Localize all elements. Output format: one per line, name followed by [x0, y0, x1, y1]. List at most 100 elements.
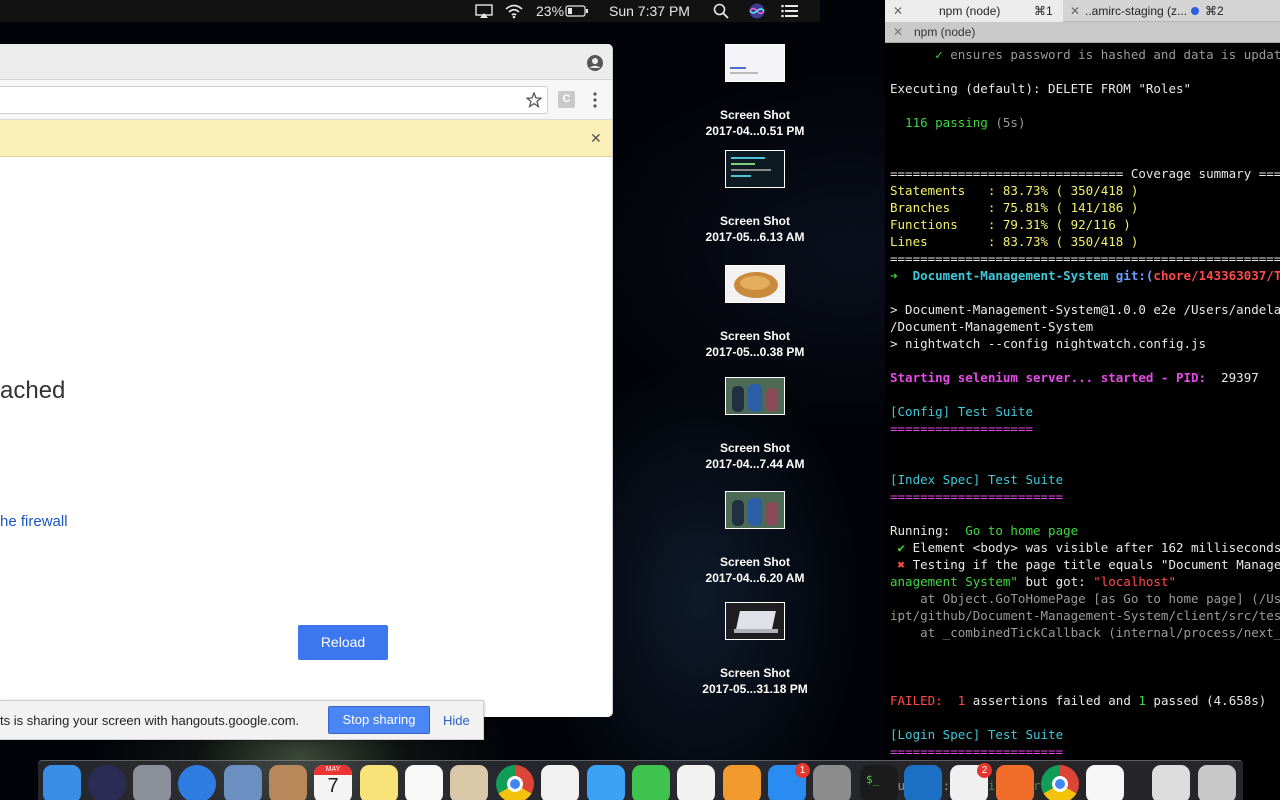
finder-icon[interactable]: [43, 765, 81, 800]
desktop-file[interactable]: Screen Shot 2017-04...0.51 PM: [695, 44, 815, 139]
terminal-line: Running: Go to home page: [890, 522, 1280, 539]
notification-center-icon[interactable]: [780, 0, 800, 22]
siri-icon[interactable]: [88, 765, 126, 800]
profile-icon[interactable]: [586, 54, 604, 77]
file-thumbnail: [725, 265, 785, 303]
desktop-file[interactable]: Screen Shot 2017-04...6.20 AM: [695, 491, 815, 586]
terminal-tab-2[interactable]: ✕ ..amirc-staging (z... ⌘2: [1063, 0, 1280, 22]
terminal-text: Functions : 79.31% ( 92/116 ): [890, 217, 1131, 232]
wifi-icon[interactable]: [504, 0, 524, 22]
preview-icon[interactable]: [450, 765, 488, 800]
battery-icon[interactable]: [565, 0, 589, 22]
java-icon[interactable]: [1086, 765, 1124, 800]
terminal-text: ===================: [890, 421, 1033, 436]
calendar-month: MAY: [314, 765, 352, 775]
bookmark-star-icon[interactable]: [525, 91, 543, 113]
terminal-text: Lines : 83.73% ( 350/418 ): [890, 234, 1139, 249]
terminal-text: Statements : 83.73% ( 350/418 ): [890, 183, 1139, 198]
facetime-icon[interactable]: [632, 765, 670, 800]
desktop-file[interactable]: Screen Shot 2017-05...6.13 AM: [695, 150, 815, 245]
photos-icon[interactable]: [541, 765, 579, 800]
file-thumbnail: [725, 491, 785, 529]
address-bar[interactable]: [0, 86, 548, 114]
close-tab-icon[interactable]: ✕: [893, 0, 903, 22]
file-date: 2017-04...6.20 AM: [705, 571, 805, 585]
eagle-photo-icon[interactable]: [224, 765, 262, 800]
itunes-icon[interactable]: [677, 765, 715, 800]
siri-icon[interactable]: [748, 0, 766, 22]
terminal-line: ✔ Element <body> was visible after 162 m…: [890, 539, 1280, 556]
file-name: Screen Shot: [719, 441, 791, 455]
terminal-line: ➜ Document-Management-System git:(chore/…: [890, 267, 1280, 284]
postman-icon[interactable]: [996, 765, 1034, 800]
error-heading: ached: [0, 377, 66, 404]
menubar-clock[interactable]: Sun 7:37 PM: [609, 0, 690, 22]
terminal-line: =======================: [890, 743, 1280, 760]
safari-icon[interactable]: [178, 765, 216, 800]
terminal-text: ipt/github/Document-Management-System/cl…: [890, 608, 1280, 623]
terminal-text: assertions failed and: [965, 693, 1139, 708]
chrome-window: C ✕ ached he firewall Reload: [0, 44, 613, 717]
terminal-text: =============================== Coverage…: [890, 166, 1280, 181]
messages-icon[interactable]: [587, 765, 625, 800]
firewall-link[interactable]: he firewall: [0, 513, 68, 530]
desktop-file[interactable]: Screen Shot 2017-05...31.18 PM: [695, 602, 815, 697]
info-bar: ✕: [0, 120, 612, 157]
hide-sharing-link[interactable]: Hide: [443, 713, 470, 728]
terminal-line: > nightwatch --config nightwatch.config.…: [890, 335, 1280, 352]
terminal-icon[interactable]: $_: [860, 765, 898, 800]
spotlight-search-icon[interactable]: [712, 0, 730, 22]
airplay-icon[interactable]: [475, 0, 493, 22]
terminal-text: ✖: [897, 557, 906, 572]
chrome-icon[interactable]: [496, 765, 534, 800]
terminal-line: anagement System" but got: "localhost": [890, 573, 1280, 590]
terminal-output[interactable]: ✓ ensures password is hashed and data is…: [890, 46, 1280, 800]
terminal-text: 1: [1138, 693, 1146, 708]
battery-percentage: 23%: [536, 3, 565, 19]
terminal-line: Branches : 75.81% ( 141/186 ): [890, 199, 1280, 216]
sharing-message: ts is sharing your screen with hangouts.…: [0, 713, 300, 728]
desktop-file[interactable]: Screen Shot 2017-04...7.44 AM: [695, 377, 815, 472]
trash-icon[interactable]: [1198, 765, 1236, 800]
close-pane-icon[interactable]: ✕: [893, 22, 903, 43]
stop-sharing-button[interactable]: Stop sharing: [328, 706, 430, 734]
chrome-menu-icon[interactable]: [591, 91, 599, 114]
desktop-file[interactable]: Screen Shot 2017-05...0.38 PM: [695, 265, 815, 360]
documents-folder-icon[interactable]: [1152, 765, 1190, 800]
file-date: 2017-05...6.13 AM: [705, 230, 805, 244]
close-tab-icon[interactable]: ✕: [1070, 0, 1080, 22]
terminal-text: git:(: [1115, 268, 1154, 283]
terminal-line: at Object.GoToHomePage [as Go to home pa…: [890, 590, 1280, 607]
vscode-icon[interactable]: [904, 765, 942, 800]
terminal-line: ✓ ensures password is hashed and data is…: [890, 46, 1280, 63]
chrome-icon-2[interactable]: [1041, 765, 1079, 800]
extension-icon[interactable]: C: [558, 91, 575, 108]
ibooks-icon[interactable]: [723, 765, 761, 800]
file-date: 2017-05...0.38 PM: [705, 345, 805, 359]
calendar-icon[interactable]: MAY 7: [314, 765, 352, 800]
system-preferences-icon[interactable]: [813, 765, 851, 800]
reminders-icon[interactable]: [405, 765, 443, 800]
reload-button[interactable]: Reload: [298, 625, 388, 660]
launchpad-icon[interactable]: [133, 765, 171, 800]
menu-bar: 23% Sun 7:37 PM: [0, 0, 820, 22]
terminal-text: but got:: [1017, 574, 1094, 589]
file-date: 2017-04...7.44 AM: [705, 457, 805, 471]
close-infobar-icon[interactable]: ✕: [590, 130, 602, 147]
terminal-tab-1[interactable]: ✕ npm (node) ⌘1: [885, 0, 1063, 22]
file-name: Screen Shot: [719, 108, 791, 122]
notes-icon[interactable]: [360, 765, 398, 800]
terminal-text: ========================================…: [890, 251, 1280, 266]
tab-shortcut: ⌘1: [1034, 4, 1053, 18]
file-date: 2017-05...31.18 PM: [702, 682, 808, 696]
contacts-icon[interactable]: [269, 765, 307, 800]
tab-label: ..amirc-staging (z...: [1085, 4, 1188, 18]
